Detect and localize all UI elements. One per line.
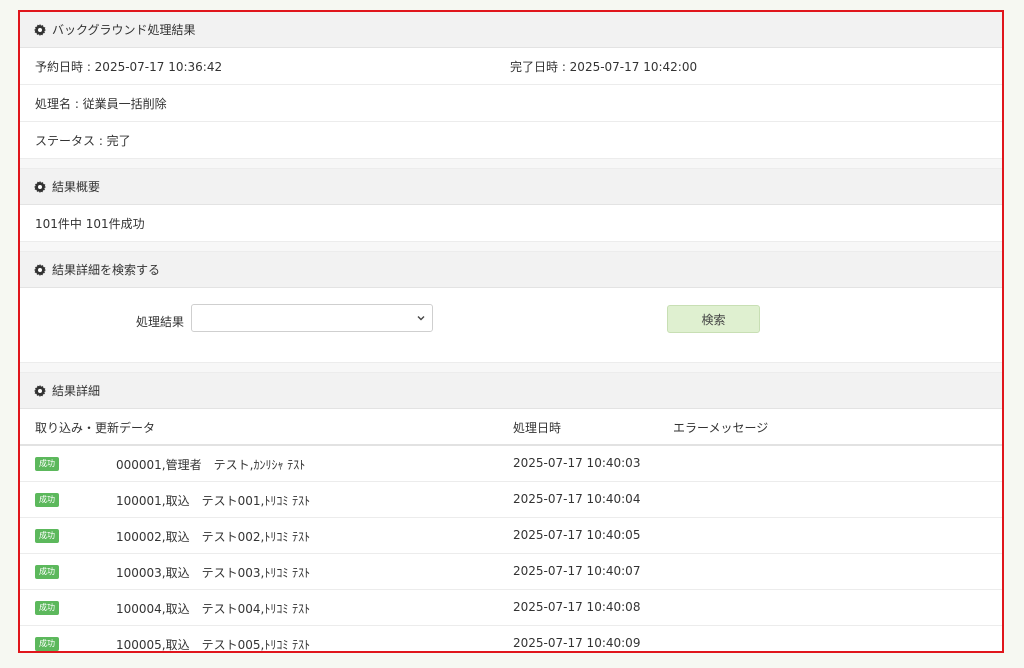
table-row: 成功 100003,取込 テスト003,ﾄﾘｺﾐ ﾃｽﾄ 2025-07-17 …: [20, 554, 1002, 590]
search-title: 結果詳細を検索する: [52, 263, 161, 277]
table-row: 成功 000001,管理者 テスト,ｶﾝﾘｼｬ ﾃｽﾄ 2025-07-17 1…: [20, 446, 1002, 482]
summary-row: 101件中 101件成功: [20, 205, 1002, 242]
section-gap: [20, 363, 1002, 373]
row-date: 2025-07-17 10:40:04: [513, 492, 641, 506]
table-row: 成功 100002,取込 テスト002,ﾄﾘｺﾐ ﾃｽﾄ 2025-07-17 …: [20, 518, 1002, 554]
row-date: 2025-07-17 10:40:09: [513, 636, 641, 650]
detail-title: 結果詳細: [52, 384, 101, 398]
success-badge: 成功: [35, 637, 59, 651]
table-row: 成功 100004,取込 テスト004,ﾄﾘｺﾐ ﾃｽﾄ 2025-07-17 …: [20, 590, 1002, 626]
row-date: 2025-07-17 10:40:05: [513, 528, 641, 542]
highlight-frame: バックグラウンド処理結果 予約日時 : 2025-07-17 10:36:42 …: [18, 10, 1004, 653]
datetime-row: 予約日時 : 2025-07-17 10:36:42 完了日時 : 2025-0…: [20, 48, 1002, 85]
completed-datetime: 完了日時 : 2025-07-17 10:42:00: [510, 59, 698, 74]
detail-table-header: 取り込み・更新データ 処理日時 エラーメッセージ: [20, 409, 1002, 446]
process-name: 処理名 : 従業員一括削除: [35, 96, 167, 111]
search-header: 結果詳細を検索する: [20, 252, 1002, 288]
row-date: 2025-07-17 10:40:08: [513, 600, 641, 614]
gear-icon: [34, 180, 46, 193]
row-data: 100001,取込 テスト001,ﾄﾘｺﾐ ﾃｽﾄ: [116, 494, 311, 508]
process-name-row: 処理名 : 従業員一括削除: [20, 85, 1002, 122]
summary-text: 101件中 101件成功: [35, 216, 145, 231]
detail-header: 結果詳細: [20, 373, 1002, 409]
success-badge: 成功: [35, 493, 59, 507]
chevron-down-icon: [417, 316, 425, 321]
search-form: 処理結果 検索: [20, 288, 1002, 363]
row-date: 2025-07-17 10:40:03: [513, 456, 641, 470]
column-header-date: 処理日時: [513, 421, 562, 435]
result-filter-select[interactable]: [191, 304, 433, 332]
table-row: 成功 100001,取込 テスト001,ﾄﾘｺﾐ ﾃｽﾄ 2025-07-17 …: [20, 482, 1002, 518]
column-header-data: 取り込み・更新データ: [35, 421, 156, 435]
row-data: 100005,取込 テスト005,ﾄﾘｺﾐ ﾃｽﾄ: [116, 638, 311, 652]
search-button[interactable]: 検索: [667, 305, 760, 333]
section-gap: [20, 242, 1002, 252]
row-data: 000001,管理者 テスト,ｶﾝﾘｼｬ ﾃｽﾄ: [116, 458, 306, 472]
row-data: 100003,取込 テスト003,ﾄﾘｺﾐ ﾃｽﾄ: [116, 566, 311, 580]
success-badge: 成功: [35, 601, 59, 615]
table-row: 成功 100005,取込 テスト005,ﾄﾘｺﾐ ﾃｽﾄ 2025-07-17 …: [20, 626, 1002, 652]
summary-header: 結果概要: [20, 169, 1002, 205]
row-date: 2025-07-17 10:40:07: [513, 564, 641, 578]
bg-result-title: バックグラウンド処理結果: [52, 23, 196, 37]
success-badge: 成功: [35, 457, 59, 471]
status-text: ステータス : 完了: [35, 133, 131, 148]
row-data: 100002,取込 テスト002,ﾄﾘｺﾐ ﾃｽﾄ: [116, 530, 311, 544]
reserved-datetime: 予約日時 : 2025-07-17 10:36:42: [35, 59, 223, 74]
summary-title: 結果概要: [52, 180, 101, 194]
gear-icon: [34, 23, 46, 36]
gear-icon: [34, 263, 46, 276]
section-gap: [20, 159, 1002, 169]
row-data: 100004,取込 テスト004,ﾄﾘｺﾐ ﾃｽﾄ: [116, 602, 311, 616]
gear-icon: [34, 384, 46, 397]
bg-result-header: バックグラウンド処理結果: [20, 12, 1002, 48]
result-filter-label: 処理結果: [136, 315, 185, 329]
success-badge: 成功: [35, 529, 59, 543]
success-badge: 成功: [35, 565, 59, 579]
status-row: ステータス : 完了: [20, 122, 1002, 159]
column-header-error: エラーメッセージ: [673, 421, 769, 435]
